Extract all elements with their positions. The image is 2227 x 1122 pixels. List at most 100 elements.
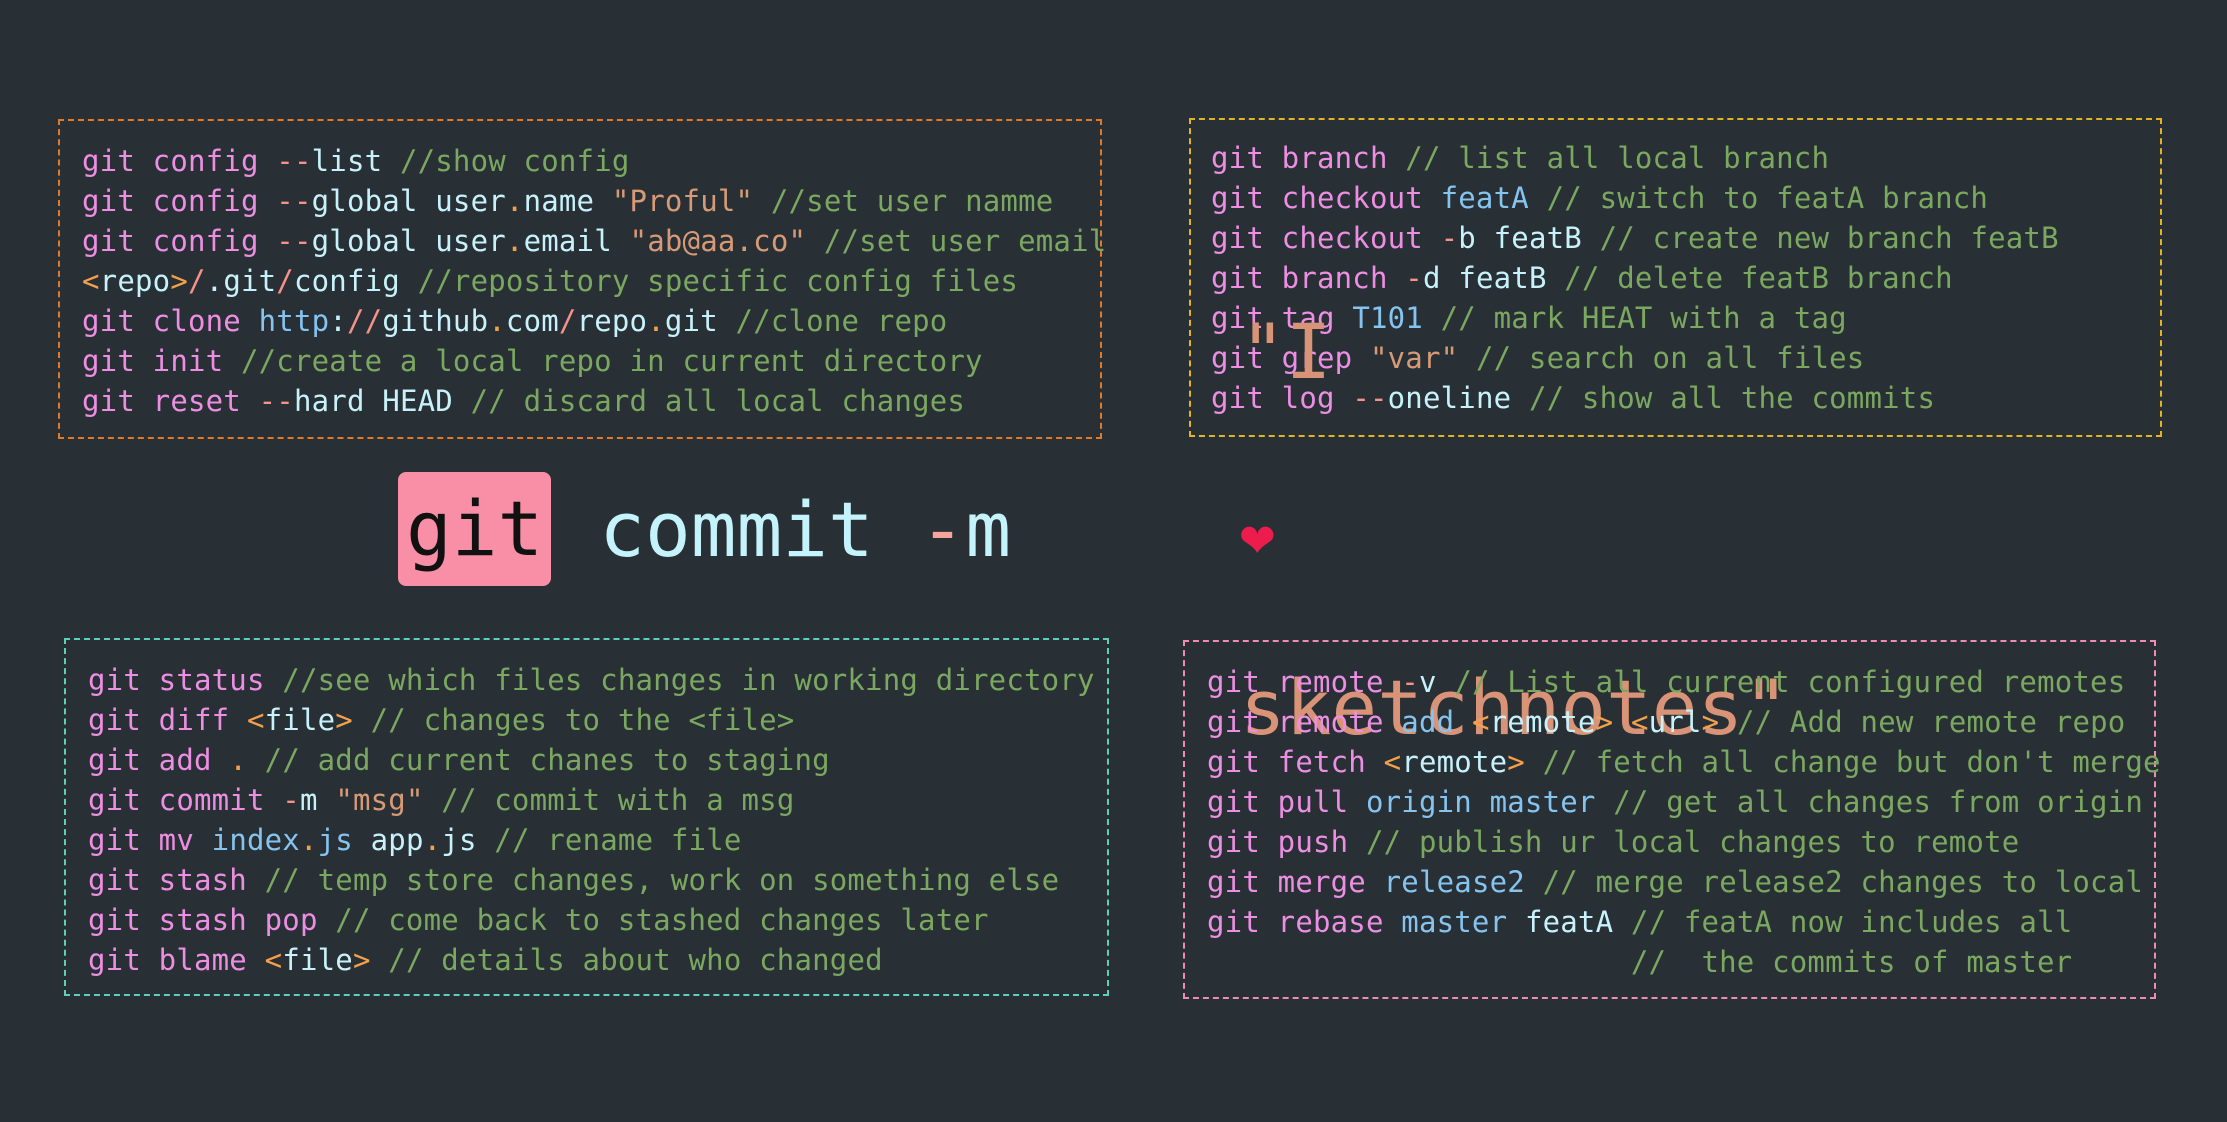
token-comment: //clone repo bbox=[735, 304, 948, 338]
token-cmd: remote bbox=[1277, 705, 1384, 739]
token-cmd: reset bbox=[152, 384, 241, 418]
token-cmd: commit bbox=[158, 783, 265, 817]
token-cmd: pull bbox=[1277, 785, 1349, 819]
token-cmd: add bbox=[158, 743, 212, 777]
token-blue: http bbox=[258, 304, 330, 338]
token-git: git bbox=[88, 823, 141, 857]
token-arg: m bbox=[299, 783, 318, 817]
token-cmd: mv bbox=[158, 823, 194, 857]
token-git: git bbox=[82, 144, 135, 178]
token-punct: < bbox=[264, 943, 283, 977]
token-comment: // Add new remote repo bbox=[1736, 705, 2126, 739]
token-arg: file bbox=[282, 943, 353, 977]
config-commands-box: git config --list //show config git confi… bbox=[58, 119, 1106, 439]
token-cmd: init bbox=[152, 344, 224, 378]
token-cmd: stash bbox=[158, 863, 247, 897]
token-arg: name bbox=[523, 184, 595, 218]
token-git: git bbox=[1207, 665, 1260, 699]
command-line: <repo>/.git/config //repository specific… bbox=[82, 261, 1106, 301]
token-arg: HEAD bbox=[382, 384, 453, 418]
token-blue: release2 bbox=[1383, 865, 1525, 899]
token-git: git bbox=[88, 903, 141, 937]
command-line: git init //create a local repo in curren… bbox=[82, 341, 1106, 381]
token-punct: > bbox=[1595, 705, 1614, 739]
command-line: git branch // list all local branch bbox=[1211, 138, 2059, 178]
token-arg: remote bbox=[1401, 745, 1508, 779]
token-arg: global bbox=[311, 184, 418, 218]
token-git: git bbox=[1207, 825, 1260, 859]
token-comment: //repository specific config files bbox=[417, 264, 1019, 298]
command-line: git blame <file> // details about who ch… bbox=[88, 940, 1095, 980]
token-flag: -- bbox=[258, 384, 294, 418]
command-line: git checkout featA // switch to featA br… bbox=[1211, 178, 2059, 218]
token-git: git bbox=[88, 943, 141, 977]
token-punct: < bbox=[1630, 705, 1649, 739]
command-line: git config --list //show config bbox=[82, 141, 1106, 181]
command-line: git add . // add current chanes to stagi… bbox=[88, 740, 1095, 780]
token-comment: // merge release2 changes to local bbox=[1542, 865, 2144, 899]
token-comment: //set user namme bbox=[770, 184, 1054, 218]
token-comment: // come back to stashed changes later bbox=[335, 903, 989, 937]
token-comment: // get all changes from origin bbox=[1613, 785, 2144, 819]
token-cmd: checkout bbox=[1281, 181, 1423, 215]
token-arg: com bbox=[505, 304, 559, 338]
token-arg: file bbox=[264, 703, 336, 737]
token-punct: . bbox=[505, 184, 524, 218]
command-line: git diff <file> // changes to the <file> bbox=[88, 700, 1095, 740]
code-lines: git remote -v // List all current config… bbox=[1207, 662, 2161, 982]
token-arg: .git bbox=[205, 264, 277, 298]
token-arg: js bbox=[441, 823, 477, 857]
token-punct: > bbox=[1507, 745, 1525, 779]
token-punct: > bbox=[1701, 705, 1720, 739]
code-lines: git status //see which files changes in … bbox=[88, 660, 1095, 980]
token-git: git bbox=[82, 384, 135, 418]
token-punct: . bbox=[647, 304, 665, 338]
token-cmd: branch bbox=[1281, 141, 1388, 175]
command-line: git commit -m "msg" // commit with a msg bbox=[88, 780, 1095, 820]
headline-flag-letter: m bbox=[965, 484, 1012, 574]
token-blue: add bbox=[1401, 705, 1455, 739]
token-cmd: remote bbox=[1277, 665, 1384, 699]
git-badge: git bbox=[398, 472, 552, 586]
token-cmd: push bbox=[1277, 825, 1349, 859]
token-punct: . bbox=[299, 823, 318, 857]
token-comment: // details about who changed bbox=[388, 943, 883, 977]
token-arg: list bbox=[311, 144, 383, 178]
token-str: "msg" bbox=[335, 783, 424, 817]
token-git: git bbox=[88, 663, 141, 697]
status-commands-box: git status //see which files changes in … bbox=[64, 638, 1109, 996]
token-git: git bbox=[1207, 705, 1260, 739]
token-blue: master bbox=[1489, 785, 1596, 819]
command-line: git fetch <remote> // fetch all change b… bbox=[1207, 742, 2161, 782]
